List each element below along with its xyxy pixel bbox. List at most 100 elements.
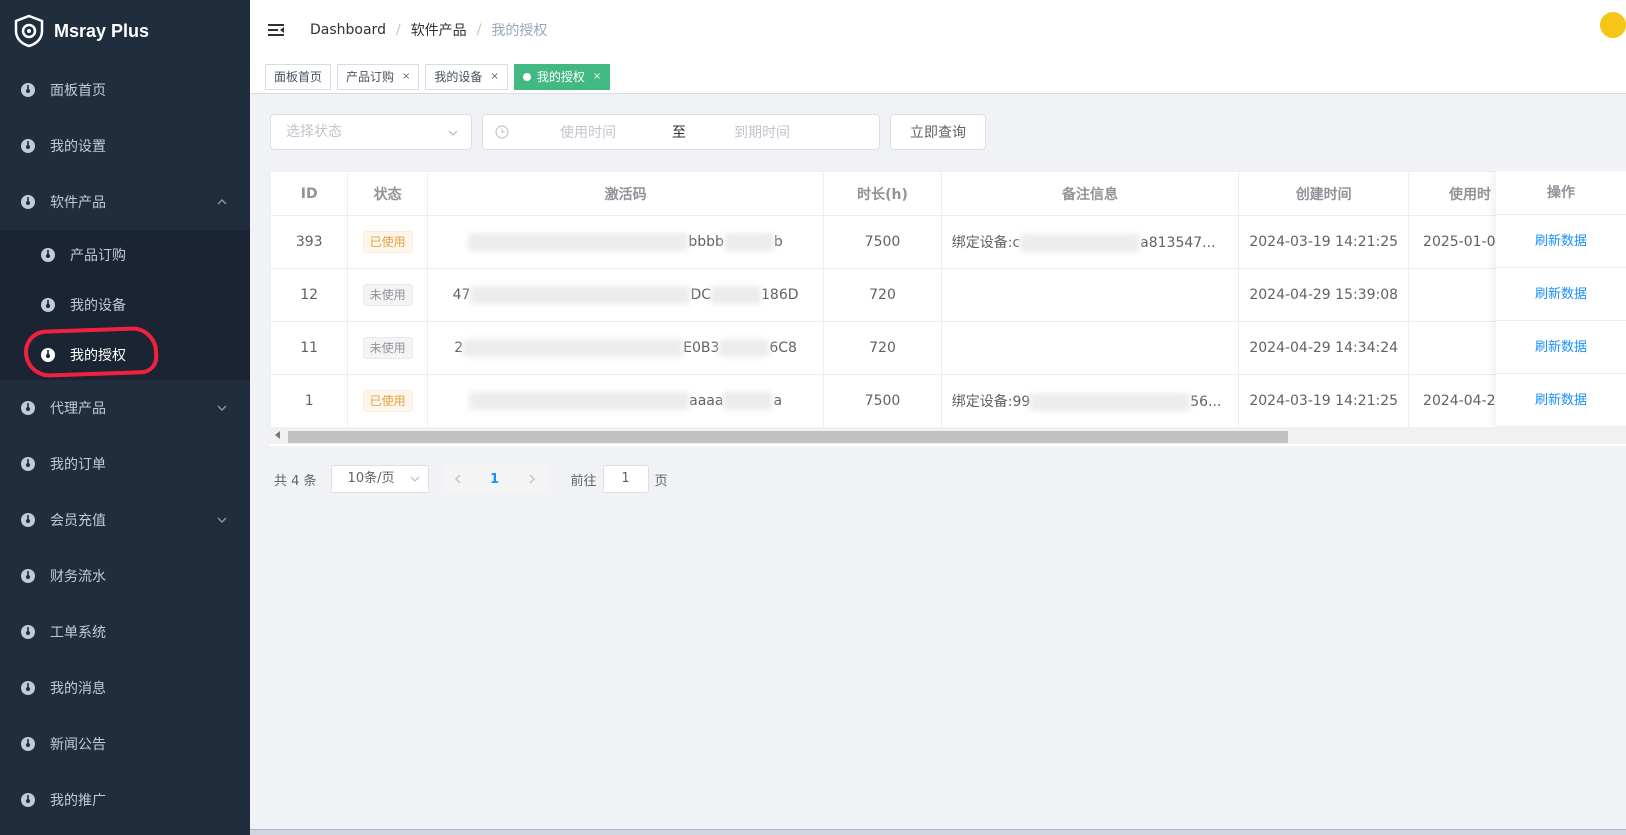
sidebar-item-label: 我的订单 — [50, 457, 106, 473]
hamburger-icon[interactable] — [266, 20, 286, 40]
scroll-left-arrow-icon[interactable] — [275, 431, 280, 439]
sidebar-item-tickets[interactable]: 工单系统 — [0, 604, 250, 660]
sidebar-item-news[interactable]: 新闻公告 — [0, 716, 250, 772]
next-page-button[interactable] — [516, 465, 547, 493]
sidebar-item-label: 软件产品 — [50, 195, 106, 211]
redacted-blur — [463, 339, 684, 357]
refresh-data-link[interactable]: 刷新数据 — [1496, 374, 1626, 427]
horizontal-scrollbar[interactable] — [270, 427, 1626, 444]
sidebar-item-label: 我的设置 — [50, 139, 106, 155]
code-mid: E0B3 — [683, 340, 720, 356]
cell-status: 未使用 — [347, 268, 428, 322]
redacted-blur — [723, 233, 774, 251]
cell-hours: 720 — [823, 321, 942, 375]
sidebar-item-messages[interactable]: 我的消息 — [0, 660, 250, 716]
dashboard-gauge-icon — [41, 348, 55, 362]
column-header: 操作 — [1496, 171, 1626, 215]
dashboard-gauge-icon — [21, 681, 35, 695]
sidebar-item-label: 财务流水 — [50, 569, 106, 585]
scrollbar-thumb[interactable] — [288, 431, 1288, 443]
prev-page-button[interactable] — [442, 465, 473, 493]
sidebar-item-my-orders[interactable]: 我的订单 — [0, 436, 250, 492]
range-separator: 至 — [672, 125, 686, 141]
tags-view: 面板首页 产品订购 × 我的设备 × 我的授权 × — [250, 60, 1626, 94]
sidebar-item-my-devices[interactable]: 我的设备 — [0, 280, 250, 330]
redacted-blur — [1030, 393, 1191, 411]
sidebar-item-software-products[interactable]: 软件产品 — [0, 174, 250, 230]
tag-my-devices[interactable]: 我的设备 × — [425, 63, 508, 90]
logo[interactable]: Msray Plus — [0, 0, 250, 62]
cell-created: 2024-04-29 14:34:24 — [1238, 321, 1410, 375]
code-suffix: 186D — [761, 287, 799, 303]
tag-label: 产品订购 — [346, 69, 395, 84]
cell-note — [940, 321, 1240, 375]
status-select[interactable]: 选择状态 — [270, 114, 472, 150]
bottom-scrollbar[interactable] — [250, 829, 1626, 835]
chevron-left-icon — [454, 474, 461, 484]
code-prefix: 2 — [454, 340, 464, 356]
cell-status: 已使用 — [347, 374, 428, 428]
goto-page-input[interactable]: 1 — [602, 465, 649, 493]
page-size-select[interactable]: 10条/页 — [330, 465, 429, 493]
dashboard-gauge-icon — [21, 139, 35, 153]
close-icon[interactable]: × — [402, 65, 410, 89]
clock-icon — [495, 125, 509, 139]
sidebar-item-dashboard[interactable]: 面板首页 — [0, 62, 250, 118]
dashboard-gauge-icon — [21, 83, 35, 97]
refresh-data-link[interactable]: 刷新数据 — [1496, 321, 1626, 374]
tag-product-order[interactable]: 产品订购 × — [337, 63, 420, 90]
code-mid: DC — [690, 287, 712, 303]
sidebar-item-finance[interactable]: 财务流水 — [0, 548, 250, 604]
sidebar-item-label: 代理产品 — [50, 401, 106, 417]
breadcrumb-item[interactable]: Dashboard — [310, 22, 386, 38]
breadcrumb-separator: / — [395, 22, 401, 38]
sidebar-item-settings[interactable]: 我的设置 — [0, 118, 250, 174]
close-icon[interactable]: × — [490, 65, 498, 89]
date-range-picker[interactable]: 使用时间 至 到期时间 — [482, 114, 880, 150]
cell-note: 绑定设备:c a813547... — [940, 215, 1240, 269]
sidebar-item-product-order[interactable]: 产品订购 — [0, 230, 250, 280]
sidebar-item-label: 我的设备 — [70, 298, 126, 314]
sidebar-item-label: 我的推广 — [50, 793, 106, 809]
cell-hours: 720 — [823, 268, 942, 322]
refresh-data-link[interactable]: 刷新数据 — [1496, 215, 1626, 268]
redacted-blur — [1020, 234, 1141, 252]
page-number-current[interactable]: 1 — [472, 465, 517, 493]
avatar[interactable] — [1600, 12, 1626, 38]
note-prefix: 绑定设备:c — [951, 235, 1021, 251]
redacted-blur — [723, 392, 774, 410]
sidebar: Msray Plus 面板首页 我的设置 软件产品 产品订购 我的设备 我的授权… — [0, 0, 250, 835]
tag-dashboard[interactable]: 面板首页 — [265, 63, 332, 90]
code-mid: aaaa — [689, 393, 724, 409]
goto-label: 前往 — [570, 473, 597, 489]
sidebar-item-agent-products[interactable]: 代理产品 — [0, 380, 250, 436]
close-icon[interactable]: × — [593, 65, 601, 89]
chevron-down-icon — [217, 405, 227, 411]
column-header: 时长(h) — [823, 171, 942, 216]
breadcrumb-item[interactable]: 软件产品 — [411, 20, 467, 40]
code-prefix: 47 — [452, 287, 471, 303]
chevron-down-icon — [448, 130, 458, 136]
sidebar-item-promotion[interactable]: 我的推广 — [0, 772, 250, 828]
tag-label: 面板首页 — [274, 69, 323, 84]
cell-code: aaaa a — [426, 374, 825, 428]
chevron-down-icon — [410, 476, 420, 482]
start-date-input[interactable]: 使用时间 — [523, 122, 653, 142]
cell-code: bbbb b — [426, 215, 825, 269]
pagination: 共 4 条 10条/页 1 前往 1 页 — [274, 465, 668, 493]
redacted-blur — [711, 286, 762, 304]
tag-my-licenses[interactable]: 我的授权 × — [513, 63, 611, 90]
refresh-data-link[interactable]: 刷新数据 — [1496, 268, 1626, 321]
cell-created: 2024-03-19 14:21:25 — [1238, 215, 1410, 269]
end-date-input[interactable]: 到期时间 — [697, 122, 827, 142]
sidebar-item-label: 会员充值 — [50, 513, 106, 529]
query-button[interactable]: 立即查询 — [890, 114, 986, 150]
redacted-blur — [468, 233, 689, 251]
action-column-fixed: 操作 刷新数据 刷新数据 刷新数据 刷新数据 — [1496, 171, 1626, 427]
column-header: 创建时间 — [1238, 171, 1410, 216]
sidebar-item-my-licenses[interactable]: 我的授权 — [0, 330, 250, 380]
license-table-body: ID 状态 激活码 时长(h) 备注信息 创建时间 使用时 393 已使用 bb… — [270, 171, 1626, 428]
chevron-right-icon — [529, 474, 535, 484]
dashboard-gauge-icon — [21, 625, 35, 639]
sidebar-item-member-recharge[interactable]: 会员充值 — [0, 492, 250, 548]
